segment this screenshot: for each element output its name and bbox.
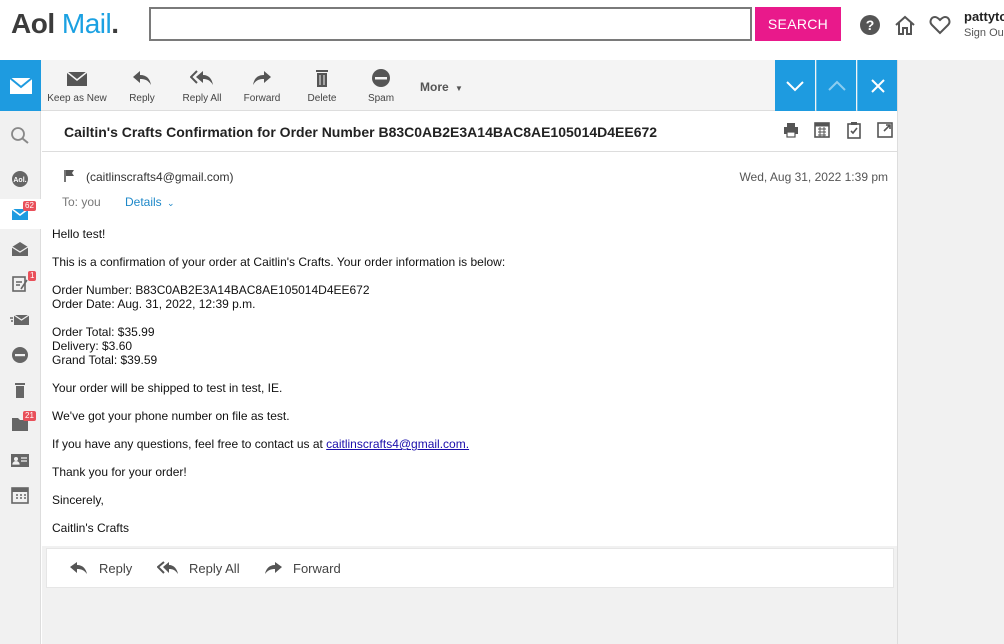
compose-button[interactable] xyxy=(0,60,41,111)
contact-email-link[interactable]: caitlinscrafts4@gmail.com. xyxy=(326,437,469,451)
task-icon[interactable] xyxy=(845,121,863,139)
recipient-line: To: you xyxy=(62,195,101,209)
top-bar: Aol Mail. SEARCH ? pattyto Sign Ou xyxy=(0,0,1004,60)
spam-button[interactable]: Spam xyxy=(364,68,398,108)
search-icon[interactable] xyxy=(10,126,30,144)
phone-text: We've got your phone number on file as t… xyxy=(52,409,290,423)
previous-message-button[interactable] xyxy=(816,60,856,111)
close-message-button[interactable] xyxy=(857,60,897,111)
reply-all-icon xyxy=(190,70,213,85)
more-menu[interactable]: More ▼ xyxy=(420,80,463,94)
grand-total: Grand Total: $39.59 xyxy=(52,353,158,367)
search-button[interactable]: SEARCH xyxy=(755,7,841,41)
quick-reply-all-button[interactable]: Reply All xyxy=(157,560,240,576)
svg-text:Aol.: Aol. xyxy=(13,177,26,184)
delete-button[interactable]: Delete xyxy=(304,68,340,108)
quick-reply-bar: Reply Reply All Forward xyxy=(46,548,894,588)
reply-icon xyxy=(70,562,87,574)
help-icon[interactable]: ? xyxy=(859,14,881,36)
chevron-down-icon xyxy=(786,80,804,91)
contacts-icon[interactable] xyxy=(10,451,30,469)
inbox-unread-badge: 62 xyxy=(23,201,36,211)
chevron-down-icon: ⌄ xyxy=(167,198,175,208)
reply-icon xyxy=(133,71,151,85)
left-sidebar: Aol. 62 1 21 xyxy=(0,111,41,644)
chevron-down-icon: ▼ xyxy=(455,84,463,93)
chevron-up-icon xyxy=(827,80,846,91)
details-toggle[interactable]: Details ⌄ xyxy=(125,195,175,209)
reply-area: Reply Reply All Forward xyxy=(42,546,897,644)
sidebar-item-folders[interactable]: 21 xyxy=(0,409,41,439)
flag-icon[interactable] xyxy=(63,169,77,183)
calendar-add-icon[interactable] xyxy=(813,121,831,139)
forward-button[interactable]: Forward xyxy=(242,68,282,108)
delivery-fee: Delivery: $3.60 xyxy=(52,339,133,353)
sender-address[interactable]: (caitlinscrafts4@gmail.com) xyxy=(86,170,234,184)
message-body: Hello test! This is a confirmation of yo… xyxy=(52,227,882,549)
forward-icon xyxy=(265,562,282,574)
quick-forward-button[interactable]: Forward xyxy=(263,560,341,576)
heart-icon[interactable] xyxy=(929,14,951,36)
sincerely-text: Sincerely, xyxy=(52,493,104,507)
user-menu[interactable]: pattyto Sign Ou xyxy=(964,9,1004,39)
order-date: Order Date: Aug. 31, 2022, 12:39 p.m. xyxy=(52,297,256,311)
sidebar-item-drafts[interactable]: 1 xyxy=(0,271,41,297)
expand-icon[interactable] xyxy=(876,121,894,139)
signature-text: Caitlin's Crafts xyxy=(52,521,129,535)
forward-icon xyxy=(253,71,271,85)
intro-text: This is a confirmation of your order at … xyxy=(52,255,506,269)
order-total: Order Total: $35.99 xyxy=(52,325,155,339)
calendar-icon[interactable] xyxy=(10,486,30,504)
print-icon[interactable] xyxy=(782,121,800,139)
right-gutter xyxy=(897,60,1004,644)
sidebar-item-inbox[interactable]: 62 xyxy=(0,199,41,229)
greeting: Hello test! xyxy=(52,227,106,241)
search-input[interactable] xyxy=(149,7,752,41)
message-view: (caitlinscrafts4@gmail.com) Wed, Aug 31,… xyxy=(42,152,897,644)
aol-icon[interactable]: Aol. xyxy=(10,170,30,188)
close-icon xyxy=(870,78,885,93)
message-subject: Cailtin's Crafts Confirmation for Order … xyxy=(64,124,658,140)
drafts-icon xyxy=(12,276,28,292)
trash-folder-icon[interactable] xyxy=(10,381,30,399)
aol-mail-logo[interactable]: Aol Mail. xyxy=(11,8,119,40)
quick-reply-button[interactable]: Reply xyxy=(69,560,132,576)
mark-unread-icon xyxy=(66,71,88,86)
reply-all-button[interactable]: Reply All xyxy=(180,68,224,108)
open-mail-icon[interactable] xyxy=(10,240,30,258)
keep-as-new-button[interactable]: Keep as New xyxy=(46,68,108,108)
message-date: Wed, Aug 31, 2022 1:39 pm xyxy=(739,170,888,184)
thanks-text: Thank you for your order! xyxy=(52,465,187,479)
drafts-badge: 1 xyxy=(28,271,37,281)
home-icon[interactable] xyxy=(894,14,916,36)
reply-all-icon xyxy=(157,561,178,574)
sign-out-link[interactable]: Sign Ou xyxy=(964,27,1004,39)
sent-mail-icon[interactable] xyxy=(10,311,30,329)
reply-button[interactable]: Reply xyxy=(124,68,160,108)
order-info: Order Number: B83C0AB2E3A14BAC8AE105014D… xyxy=(52,283,882,311)
spam-icon xyxy=(372,69,390,87)
svg-text:?: ? xyxy=(866,17,875,33)
user-name: pattyto xyxy=(964,9,1004,24)
envelope-icon xyxy=(8,76,33,94)
trash-icon xyxy=(316,70,328,87)
subject-bar: Cailtin's Crafts Confirmation for Order … xyxy=(42,111,897,152)
order-totals: Order Total: $35.99 Delivery: $3.60 Gran… xyxy=(52,325,882,367)
folders-badge: 21 xyxy=(23,411,36,421)
next-message-button[interactable] xyxy=(775,60,815,111)
spam-folder-icon[interactable] xyxy=(10,346,30,364)
questions-text: If you have any questions, feel free to … xyxy=(52,437,470,451)
order-number: Order Number: B83C0AB2E3A14BAC8AE105014D… xyxy=(52,283,370,297)
shipping-text: Your order will be shipped to test in te… xyxy=(52,381,283,395)
